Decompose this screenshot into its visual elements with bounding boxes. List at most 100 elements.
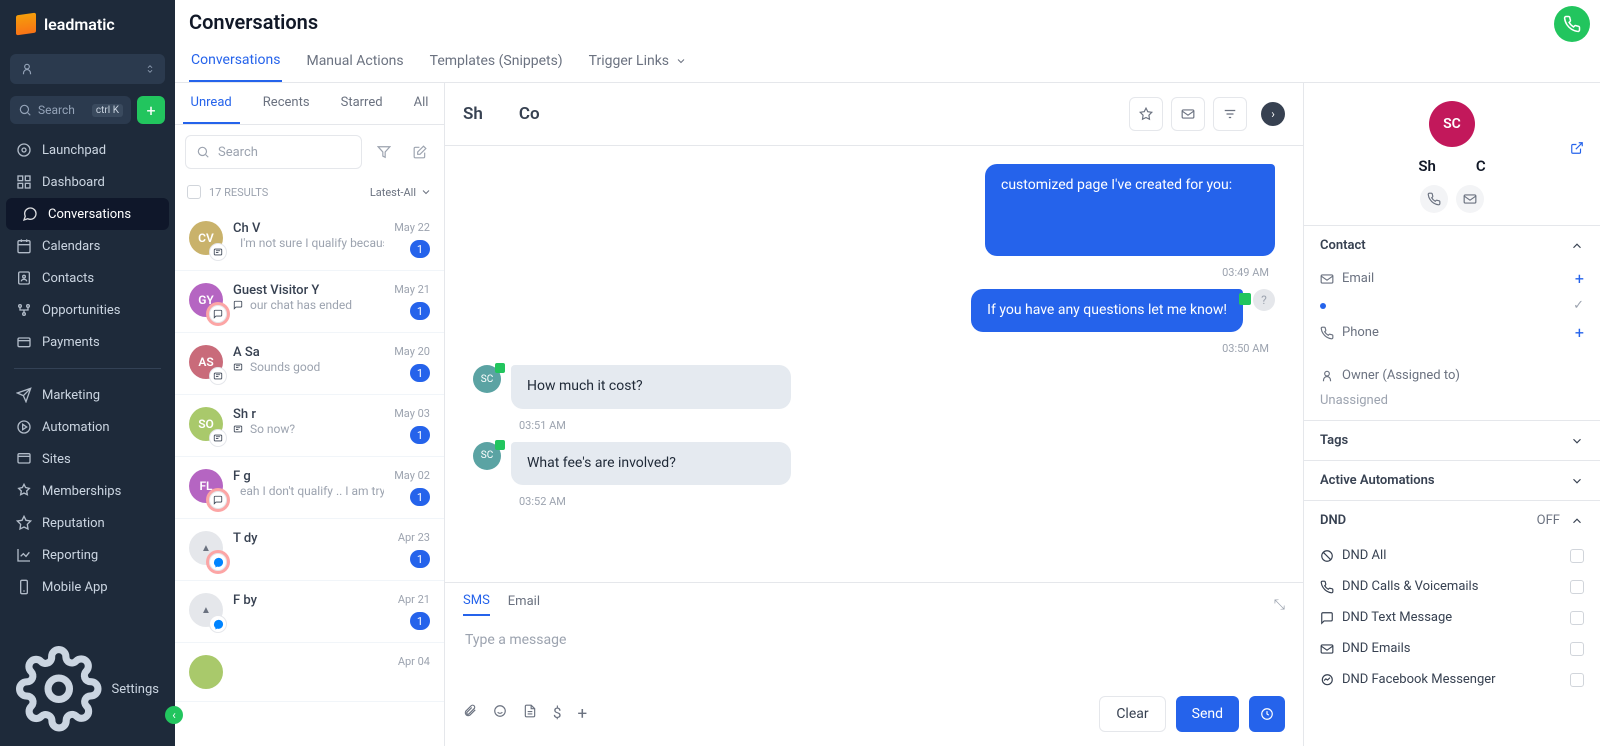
- nav-reporting[interactable]: Reporting: [0, 539, 175, 571]
- conversation-item[interactable]: AS A Sa Sounds good May 20 1: [175, 333, 444, 395]
- conversation-scroll[interactable]: CV Ch V I'm not sure I qualify because I…: [175, 209, 444, 746]
- email-chip[interactable]: [1456, 185, 1484, 213]
- nav-payments[interactable]: Payments: [0, 326, 175, 358]
- nav-mobile[interactable]: Mobile App: [0, 571, 175, 603]
- conversation-avatar: CV: [189, 221, 223, 255]
- conversation-avatar: SO: [189, 407, 223, 441]
- subtab-conversations[interactable]: Conversations: [189, 44, 282, 82]
- conversation-date: May 20: [394, 345, 430, 358]
- search-kbd: ctrl K: [92, 104, 123, 117]
- conversation-item[interactable]: CV Ch V I'm not sure I qualify because I…: [175, 209, 444, 271]
- collapse-composer-button[interactable]: ⤡: [1274, 597, 1285, 613]
- conversation-item[interactable]: SO Sh r So now? May 03 1: [175, 395, 444, 457]
- nav-opportunities[interactable]: Opportunities: [0, 294, 175, 326]
- template-icon[interactable]: [523, 704, 537, 724]
- channel-icon: [209, 305, 227, 323]
- nav-contacts[interactable]: Contacts: [0, 262, 175, 294]
- conversation-avatar: ▲: [189, 593, 223, 627]
- subtab-templates[interactable]: Templates (Snippets): [428, 44, 565, 82]
- conversation-preview: our chat has ended: [233, 298, 384, 312]
- star-button[interactable]: [1129, 97, 1163, 131]
- conversation-preview: So now?: [233, 422, 384, 436]
- conversation-avatar: FL: [189, 469, 223, 503]
- dnd-text-checkbox[interactable]: [1570, 611, 1584, 625]
- open-contact-icon[interactable]: [1570, 141, 1584, 155]
- conversation-list-panel: Unread Recents Starred All Search 17 RES…: [175, 83, 445, 746]
- conversation-avatar: AS: [189, 345, 223, 379]
- composer-tab-email[interactable]: Email: [508, 594, 540, 615]
- filter-starred[interactable]: Starred: [333, 83, 391, 124]
- nav-automation[interactable]: Automation: [0, 411, 175, 443]
- conversation-item[interactable]: Apr 04: [175, 643, 444, 702]
- messages-scroll[interactable]: customized page I've created for you:03:…: [445, 146, 1303, 582]
- list-search-input[interactable]: Search: [185, 135, 362, 169]
- payment-icon[interactable]: $: [553, 704, 561, 724]
- nav-sites[interactable]: Sites: [0, 443, 175, 475]
- section-dnd[interactable]: DND OFF: [1304, 501, 1600, 540]
- conversation-date: May 03: [394, 407, 430, 420]
- select-all-checkbox[interactable]: [187, 185, 201, 199]
- add-button[interactable]: +: [137, 96, 165, 124]
- filter-all[interactable]: All: [406, 83, 437, 124]
- nav-reputation[interactable]: Reputation: [0, 507, 175, 539]
- conversation-name: A Sa: [233, 345, 384, 360]
- conversation-item[interactable]: FL F g eah I don't qualify .. I am tryin…: [175, 457, 444, 519]
- conversation-name: Guest Visitor Y: [233, 283, 384, 298]
- dnd-all-checkbox[interactable]: [1570, 549, 1584, 563]
- thread-filter-button[interactable]: [1213, 97, 1247, 131]
- unread-badge: 1: [410, 364, 430, 382]
- nav-divider: [14, 368, 161, 369]
- dnd-calls-checkbox[interactable]: [1570, 580, 1584, 594]
- dnd-fb-checkbox[interactable]: [1570, 673, 1584, 687]
- global-search[interactable]: Search ctrl K: [10, 96, 131, 124]
- sort-dropdown[interactable]: Latest-All: [370, 186, 432, 199]
- unread-badge: 1: [410, 550, 430, 568]
- add-phone-button[interactable]: +: [1575, 323, 1584, 342]
- clear-button[interactable]: Clear: [1099, 696, 1165, 732]
- section-automations[interactable]: Active Automations: [1304, 461, 1600, 500]
- add-icon[interactable]: +: [577, 704, 587, 724]
- attach-icon[interactable]: [463, 704, 477, 724]
- conversation-date: Apr 21: [398, 593, 430, 606]
- message-time: 03:51 AM: [519, 419, 1275, 432]
- nav-launchpad[interactable]: Launchpad: [0, 134, 175, 166]
- subtab-trigger-links[interactable]: Trigger Links: [587, 44, 689, 82]
- contact-name: Sh C: [1418, 157, 1485, 175]
- filter-unread[interactable]: Unread: [183, 83, 240, 124]
- nav-calendars[interactable]: Calendars: [0, 230, 175, 262]
- send-button[interactable]: Send: [1176, 696, 1239, 732]
- dnd-emails-checkbox[interactable]: [1570, 642, 1584, 656]
- schedule-send-button[interactable]: [1249, 696, 1285, 732]
- nav-settings[interactable]: Settings: [0, 632, 175, 746]
- owner-field: Owner (Assigned to): [1320, 368, 1584, 383]
- workspace-selector[interactable]: [10, 54, 165, 84]
- filter-button[interactable]: [370, 138, 398, 166]
- emoji-icon[interactable]: [493, 704, 507, 724]
- composer-tab-sms[interactable]: SMS: [463, 593, 490, 616]
- call-chip[interactable]: [1420, 185, 1448, 213]
- page-title: Conversations: [189, 10, 318, 34]
- message-out: If you have any questions let me know!?: [473, 289, 1275, 333]
- subtab-manual-actions[interactable]: Manual Actions: [304, 44, 405, 82]
- mark-read-button[interactable]: [1171, 97, 1205, 131]
- nav-marketing[interactable]: Marketing: [0, 379, 175, 411]
- nav-memberships[interactable]: Memberships: [0, 475, 175, 507]
- section-tags[interactable]: Tags: [1304, 421, 1600, 460]
- section-contact[interactable]: Contact: [1304, 226, 1600, 265]
- expand-panel-button[interactable]: ›: [1261, 102, 1285, 126]
- conversation-item[interactable]: GY Guest Visitor Y our chat has ended Ma…: [175, 271, 444, 333]
- phone-fab[interactable]: [1554, 6, 1590, 42]
- add-email-button[interactable]: +: [1575, 269, 1584, 288]
- sender-avatar: SC: [473, 365, 501, 393]
- conversation-preview: Sounds good: [233, 360, 384, 374]
- message-in: SCWhat fee's are involved?: [473, 442, 1275, 486]
- channel-icon: [209, 615, 227, 633]
- conversation-item[interactable]: ▲ T dy Apr 23 1: [175, 519, 444, 581]
- conversation-item[interactable]: ▲ F by Apr 21 1: [175, 581, 444, 643]
- compose-button[interactable]: [406, 138, 434, 166]
- filter-recents[interactable]: Recents: [255, 83, 318, 124]
- nav-conversations[interactable]: Conversations: [6, 198, 169, 230]
- message-input[interactable]: Type a message: [463, 626, 1285, 686]
- nav-dashboard[interactable]: Dashboard: [0, 166, 175, 198]
- phone-field: Phone +: [1320, 323, 1584, 342]
